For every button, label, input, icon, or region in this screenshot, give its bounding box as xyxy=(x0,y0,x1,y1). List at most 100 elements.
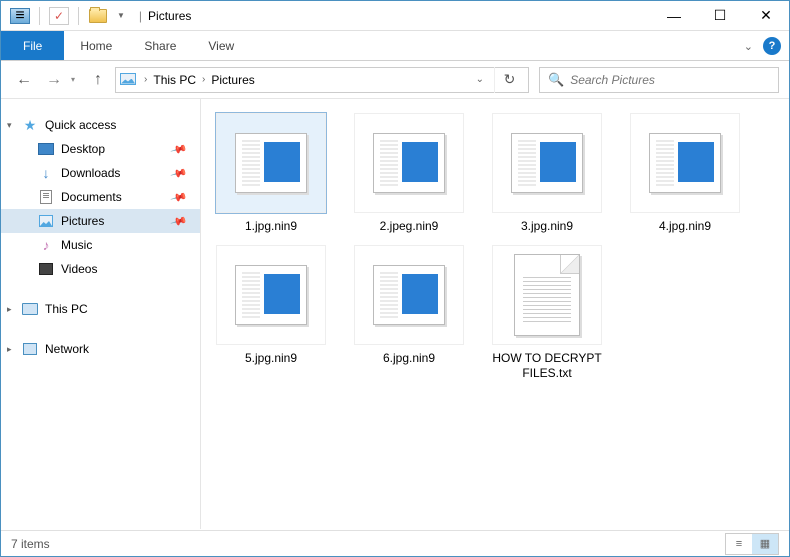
icons-view-button[interactable]: ▦ xyxy=(752,534,778,554)
image-file-icon xyxy=(235,265,307,325)
file-thumbnail xyxy=(492,245,602,345)
forward-button[interactable]: → xyxy=(41,67,67,93)
ribbon-expand-icon[interactable]: ⌄ xyxy=(744,40,753,53)
file-item[interactable]: 1.jpg.nin9 xyxy=(211,113,331,235)
image-file-icon xyxy=(511,133,583,193)
tab-view[interactable]: View xyxy=(192,31,250,60)
file-name: 2.jpeg.nin9 xyxy=(380,219,439,235)
file-thumbnail xyxy=(216,245,326,345)
music-icon: ♪ xyxy=(37,237,55,253)
navigation-pane: ▾ ★ Quick access Desktop 📌 ↓ Downloads 📌… xyxy=(1,99,201,529)
file-item[interactable]: HOW TO DECRYPT FILES.txt xyxy=(487,245,607,382)
file-name: HOW TO DECRYPT FILES.txt xyxy=(492,351,602,382)
breadcrumb-segment[interactable]: This PC xyxy=(149,73,200,87)
file-thumbnail xyxy=(354,113,464,213)
address-dropdown-icon[interactable]: ⌄ xyxy=(466,74,494,85)
sidebar-item-label: Music xyxy=(61,238,92,252)
sidebar-network[interactable]: ▸ Network xyxy=(1,337,200,361)
search-box[interactable]: 🔍 xyxy=(539,67,779,93)
tab-share[interactable]: Share xyxy=(128,31,192,60)
window-title: |Pictures xyxy=(129,9,651,23)
breadcrumb-segment[interactable]: Pictures xyxy=(207,73,258,87)
sidebar-item-music[interactable]: ♪ Music xyxy=(1,233,200,257)
window-title-text: Pictures xyxy=(148,9,191,23)
sidebar-item-label: Network xyxy=(45,342,89,356)
sidebar-item-label: Pictures xyxy=(61,214,104,228)
quick-access-toolbar: ≡ ✓ ▼ xyxy=(1,5,129,27)
search-input[interactable] xyxy=(570,73,770,87)
separator xyxy=(39,7,40,25)
address-bar[interactable]: › This PC › Pictures ⌄ ↻ xyxy=(115,67,529,93)
downloads-icon: ↓ xyxy=(37,165,55,181)
file-thumbnail xyxy=(630,113,740,213)
pin-icon: 📌 xyxy=(170,188,188,206)
image-file-icon xyxy=(373,133,445,193)
minimize-button[interactable]: — xyxy=(651,1,697,31)
image-file-icon xyxy=(235,133,307,193)
file-item[interactable]: 5.jpg.nin9 xyxy=(211,245,331,382)
image-file-icon xyxy=(649,133,721,193)
properties-icon[interactable]: ≡ xyxy=(9,5,31,27)
text-file-icon xyxy=(514,254,580,336)
sidebar-item-documents[interactable]: Documents 📌 xyxy=(1,185,200,209)
details-view-button[interactable]: ≡ xyxy=(726,534,752,554)
separator xyxy=(78,7,79,25)
file-thumbnail xyxy=(354,245,464,345)
location-icon xyxy=(120,73,138,87)
search-icon: 🔍 xyxy=(548,72,564,88)
sidebar-item-pictures[interactable]: Pictures 📌 xyxy=(1,209,200,233)
sidebar-item-desktop[interactable]: Desktop 📌 xyxy=(1,137,200,161)
sidebar-this-pc[interactable]: ▸ This PC xyxy=(1,297,200,321)
chevron-right-icon[interactable]: › xyxy=(142,74,149,85)
back-button[interactable]: ← xyxy=(11,67,37,93)
refresh-button[interactable]: ↻ xyxy=(494,67,524,93)
network-icon xyxy=(21,341,39,357)
file-item[interactable]: 2.jpeg.nin9 xyxy=(349,113,469,235)
document-icon xyxy=(37,189,55,205)
sidebar-item-label: Downloads xyxy=(61,166,120,180)
history-dropdown-icon[interactable]: ▾ xyxy=(71,75,75,84)
videos-icon xyxy=(37,261,55,277)
content-area: ▾ ★ Quick access Desktop 📌 ↓ Downloads 📌… xyxy=(1,99,789,529)
sidebar-item-label: Desktop xyxy=(61,142,105,156)
chevron-down-icon[interactable]: ▾ xyxy=(7,120,12,131)
window-controls: — ☐ ✕ xyxy=(651,1,789,31)
sidebar-item-label: Documents xyxy=(61,190,122,204)
sidebar-item-label: Videos xyxy=(61,262,97,276)
status-bar: 7 items ≡ ▦ xyxy=(1,530,789,556)
file-tab[interactable]: File xyxy=(1,31,64,60)
sidebar-item-label: This PC xyxy=(45,302,88,316)
sidebar-item-label: Quick access xyxy=(45,118,116,132)
help-icon[interactable]: ? xyxy=(763,37,781,55)
title-bar: ≡ ✓ ▼ |Pictures — ☐ ✕ xyxy=(1,1,789,31)
checkbox-icon[interactable]: ✓ xyxy=(48,5,70,27)
file-name: 1.jpg.nin9 xyxy=(245,219,297,235)
file-list[interactable]: 1.jpg.nin9 2.jpeg.nin9 3.jpg.nin9 4.jpg.nin… xyxy=(201,99,789,529)
sidebar-item-downloads[interactable]: ↓ Downloads 📌 xyxy=(1,161,200,185)
maximize-button[interactable]: ☐ xyxy=(697,1,743,31)
close-button[interactable]: ✕ xyxy=(743,1,789,31)
file-thumbnail xyxy=(492,113,602,213)
chevron-right-icon[interactable]: ▸ xyxy=(7,304,12,315)
sidebar-quick-access[interactable]: ▾ ★ Quick access xyxy=(1,113,200,137)
chevron-right-icon[interactable]: ▸ xyxy=(7,344,12,355)
file-name: 5.jpg.nin9 xyxy=(245,351,297,367)
pin-icon: 📌 xyxy=(170,164,188,182)
sidebar-item-videos[interactable]: Videos xyxy=(1,257,200,281)
file-name: 6.jpg.nin9 xyxy=(383,351,435,367)
file-item[interactable]: 3.jpg.nin9 xyxy=(487,113,607,235)
navigation-bar: ← → ▾ ↑ › This PC › Pictures ⌄ ↻ 🔍 xyxy=(1,61,789,99)
file-item[interactable]: 4.jpg.nin9 xyxy=(625,113,745,235)
image-file-icon xyxy=(373,265,445,325)
pictures-icon xyxy=(37,213,55,229)
up-button[interactable]: ↑ xyxy=(85,67,111,93)
tab-home[interactable]: Home xyxy=(64,31,128,60)
folder-icon[interactable] xyxy=(87,5,109,27)
ribbon: File Home Share View ⌄ ? xyxy=(1,31,789,61)
star-icon: ★ xyxy=(21,117,39,133)
qat-dropdown-icon[interactable]: ▼ xyxy=(113,11,129,20)
file-name: 3.jpg.nin9 xyxy=(521,219,573,235)
file-item[interactable]: 6.jpg.nin9 xyxy=(349,245,469,382)
chevron-right-icon[interactable]: › xyxy=(200,74,207,85)
view-toggle: ≡ ▦ xyxy=(725,533,779,555)
